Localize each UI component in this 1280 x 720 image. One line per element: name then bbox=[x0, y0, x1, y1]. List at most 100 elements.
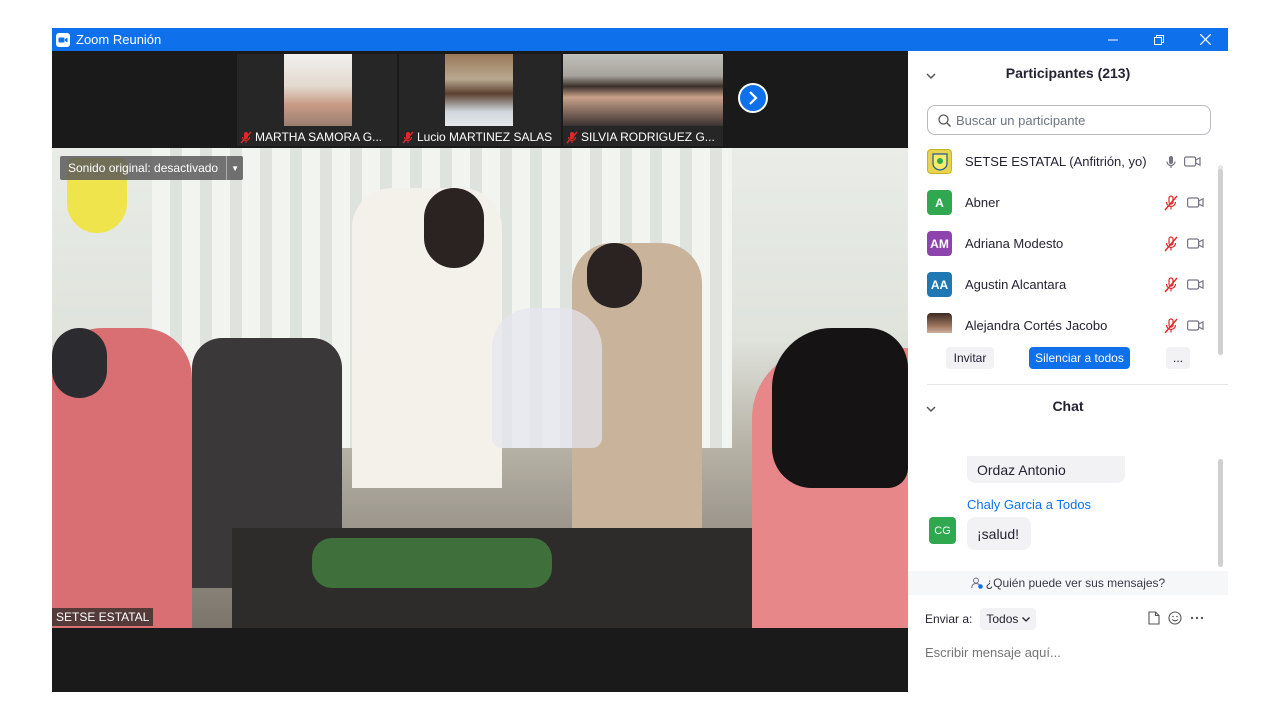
thumbnail-label: MARTHA SAMORA G... bbox=[237, 130, 397, 144]
restore-button[interactable] bbox=[1136, 28, 1182, 51]
table-decoration bbox=[312, 538, 552, 588]
chevron-down-icon bbox=[1022, 616, 1031, 622]
video-thumbnail[interactable]: SILVIA RODRIGUEZ G... bbox=[563, 54, 723, 146]
participant-controls bbox=[1163, 317, 1204, 334]
participant-name: SETSE ESTATAL (Anfitrión, yo) bbox=[965, 154, 1147, 169]
chat-message: Ordaz Antonio bbox=[967, 456, 1125, 483]
recipient-select[interactable]: Todos bbox=[980, 608, 1037, 630]
thumbnail-label: SILVIA RODRIGUEZ G... bbox=[563, 130, 723, 144]
zoom-app-icon bbox=[56, 32, 70, 47]
participant-name: Agustin Alcantara bbox=[965, 277, 1067, 292]
next-page-button[interactable] bbox=[738, 83, 768, 113]
title-bar: Zoom Reunión bbox=[52, 28, 1228, 51]
chat-scrollbar[interactable] bbox=[1218, 459, 1223, 567]
video-camera-icon[interactable] bbox=[1184, 156, 1201, 167]
avatar: CG bbox=[929, 517, 956, 544]
video-camera-icon[interactable] bbox=[1187, 320, 1204, 331]
person-icon bbox=[971, 577, 983, 589]
video-camera-icon[interactable] bbox=[1187, 279, 1204, 290]
person-hair bbox=[772, 328, 908, 488]
chevron-down-icon[interactable] bbox=[926, 400, 936, 416]
mute-all-button[interactable]: Silenciar a todos bbox=[1029, 347, 1130, 369]
thumbnail-label: Lucio MARTINEZ SALAS bbox=[399, 130, 561, 144]
scrollbar-thumb[interactable] bbox=[1218, 169, 1223, 355]
participant-name: MARTHA SAMORA G... bbox=[255, 130, 383, 144]
close-button[interactable] bbox=[1182, 28, 1228, 51]
avatar bbox=[927, 313, 952, 333]
chat-message: ¡salud! bbox=[967, 517, 1031, 550]
emoji-icon[interactable] bbox=[1168, 611, 1182, 625]
participant-actions: Invitar Silenciar a todos ... bbox=[908, 347, 1228, 373]
section-divider bbox=[927, 384, 1228, 385]
more-icon[interactable] bbox=[1190, 616, 1204, 620]
participant-video bbox=[445, 54, 513, 126]
participant-controls bbox=[1163, 194, 1204, 211]
participant-controls bbox=[1163, 276, 1204, 293]
search-placeholder: Buscar un participante bbox=[956, 112, 1086, 128]
muted-mic-icon bbox=[240, 130, 252, 144]
video-area: MARTHA SAMORA G... Lucio MARTINEZ SALAS … bbox=[52, 51, 908, 692]
muted-mic-icon[interactable] bbox=[1163, 317, 1179, 334]
participant-controls bbox=[1166, 155, 1201, 169]
participant-video bbox=[284, 54, 352, 126]
chat-title: Chat bbox=[1052, 398, 1084, 414]
participant-row[interactable]: AA Agustin Alcantara bbox=[908, 264, 1218, 305]
participant-name: Adriana Modesto bbox=[965, 236, 1064, 251]
search-icon bbox=[938, 113, 951, 127]
send-to-row: Enviar a: Todos bbox=[925, 608, 1037, 630]
microphone-icon[interactable] bbox=[1166, 155, 1176, 169]
invite-button[interactable]: Invitar bbox=[946, 347, 994, 369]
muted-mic-icon[interactable] bbox=[1163, 194, 1179, 211]
participant-video bbox=[563, 54, 723, 126]
muted-mic-icon[interactable] bbox=[1163, 235, 1179, 252]
send-to-label: Enviar a: bbox=[925, 612, 973, 626]
muted-mic-icon[interactable] bbox=[1163, 276, 1179, 293]
original-sound-toggle[interactable]: Sonido original: desactivado ▼ bbox=[60, 156, 244, 180]
participant-row[interactable]: SETSE ESTATAL (Anfitrión, yo) bbox=[908, 141, 1218, 182]
file-icon[interactable] bbox=[1148, 611, 1160, 625]
participant-row[interactable]: A Abner bbox=[908, 182, 1218, 223]
participant-name: SILVIA RODRIGUEZ G... bbox=[581, 130, 715, 144]
avatar: AM bbox=[927, 231, 952, 256]
participant-controls bbox=[1163, 235, 1204, 252]
recipient-value: Todos bbox=[986, 612, 1019, 626]
gift-basket bbox=[492, 308, 602, 448]
muted-mic-icon bbox=[402, 130, 414, 144]
video-camera-icon[interactable] bbox=[1187, 197, 1204, 208]
video-thumbnail[interactable]: Lucio MARTINEZ SALAS bbox=[399, 54, 561, 146]
chat-message-input[interactable] bbox=[925, 641, 1215, 663]
person-head bbox=[52, 328, 107, 398]
participants-title: Participantes (213) bbox=[1005, 65, 1131, 81]
participant-scrollbar[interactable] bbox=[1218, 165, 1223, 355]
participant-row[interactable]: AM Adriana Modesto bbox=[908, 223, 1218, 264]
side-panel: Participantes (213) Buscar un participan… bbox=[908, 51, 1228, 692]
chat-messages: Ordaz Antonio Chaly Garcia a Todos CG ¡s… bbox=[908, 456, 1218, 570]
minimize-button[interactable] bbox=[1090, 28, 1136, 51]
participant-name: Lucio MARTINEZ SALAS bbox=[417, 130, 553, 144]
chat-header: Chat bbox=[908, 388, 1228, 424]
participant-list: SETSE ESTATAL (Anfitrión, yo) A Abner AM… bbox=[908, 141, 1218, 333]
original-sound-label: Sonido original: desactivado bbox=[68, 161, 219, 175]
speaker-name-label: SETSE ESTATAL bbox=[52, 608, 154, 626]
person-head bbox=[424, 188, 484, 268]
avatar: A bbox=[927, 190, 952, 215]
muted-mic-icon bbox=[566, 130, 578, 144]
more-options-button[interactable]: ... bbox=[1166, 347, 1190, 369]
video-thumbnail[interactable]: MARTHA SAMORA G... bbox=[237, 54, 397, 146]
participant-row[interactable]: Alejandra Cortés Jacobo bbox=[908, 305, 1218, 333]
message-visibility-info[interactable]: ¿Quién puede ver sus mensajes? bbox=[908, 571, 1228, 595]
active-speaker-video: Sonido original: desactivado ▼ SETSE EST… bbox=[52, 148, 908, 628]
message-sender: Chaly Garcia a Todos bbox=[967, 497, 1092, 512]
video-camera-icon[interactable] bbox=[1187, 238, 1204, 249]
participant-name: Alejandra Cortés Jacobo bbox=[965, 318, 1108, 333]
participant-search[interactable]: Buscar un participante bbox=[927, 105, 1211, 135]
participant-name: Abner bbox=[965, 195, 1000, 210]
person-head bbox=[587, 243, 642, 308]
chevron-down-icon[interactable]: ▼ bbox=[226, 156, 243, 180]
avatar bbox=[927, 149, 952, 174]
visibility-text: ¿Quién puede ver sus mensajes? bbox=[985, 576, 1166, 590]
zoom-window: Zoom Reunión MARTHA SAMORA G... Lucio MA… bbox=[52, 28, 1228, 692]
chevron-down-icon[interactable] bbox=[926, 67, 936, 83]
participants-header: Participantes (213) bbox=[908, 55, 1228, 91]
chevron-right-icon bbox=[747, 91, 759, 105]
